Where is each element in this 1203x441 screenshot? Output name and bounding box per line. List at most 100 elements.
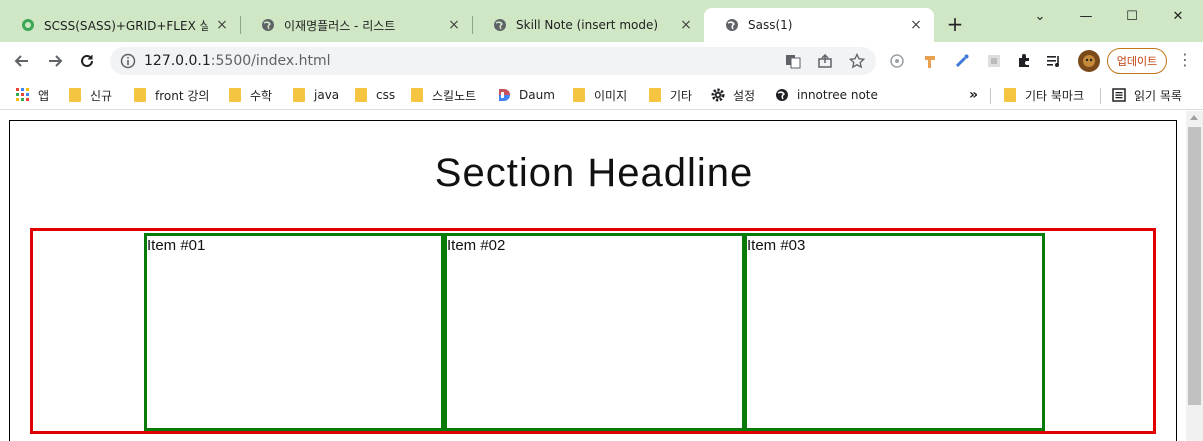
gear-icon — [711, 88, 725, 102]
folder-icon — [68, 88, 82, 102]
tab-title: 이재명플러스 - 리스트 — [284, 18, 396, 33]
extension-hammer-icon[interactable] — [921, 52, 939, 70]
close-icon[interactable]: × — [446, 17, 462, 33]
tab-title: SCSS(SASS)+GRID+FLEX 실전 — [44, 18, 208, 33]
bookmark-label: innotree note — [797, 88, 878, 102]
extension-grid-icon[interactable] — [985, 52, 1003, 70]
tab-leejaemyung[interactable]: 이재명플러스 - 리스트 × — [240, 8, 472, 42]
minimize-button[interactable]: — — [1063, 4, 1109, 28]
grid-item-label: Item #03 — [747, 237, 806, 254]
globe-icon — [775, 88, 789, 102]
maximize-button[interactable]: ☐ — [1109, 4, 1155, 28]
bookmark-label: 수학 — [250, 88, 273, 103]
green-circle-icon — [20, 17, 36, 33]
bookmark-label: Daum — [519, 88, 555, 102]
grid-item: Item #02 — [444, 233, 745, 431]
bookmarks-separator — [1100, 88, 1101, 104]
url-host: 127.0.0.1 — [144, 53, 211, 69]
page-viewport: Section Headline Item #01 Item #02 Item … — [0, 111, 1203, 441]
bookmark-folder-images[interactable]: 이미지 — [572, 85, 627, 105]
folder-icon — [648, 88, 662, 102]
bookmarks-overflow-button[interactable]: » — [969, 85, 978, 105]
apps-grid-icon — [16, 88, 30, 102]
chevron-down-icon[interactable]: ⌄ — [1017, 4, 1063, 28]
scroll-thumb[interactable] — [1188, 127, 1201, 405]
back-button[interactable] — [10, 49, 34, 73]
folder-icon — [354, 88, 368, 102]
bookmark-daum[interactable]: Daum — [497, 85, 555, 105]
bookmarks-bar: 앱 신규 front 강의 수학 java css 스킬노트 Daum 이미지 … — [0, 80, 1203, 110]
bookmark-settings[interactable]: 설정 — [711, 85, 755, 105]
folder-icon — [1003, 88, 1017, 102]
bookmark-folder-skillnote[interactable]: 스킬노트 — [410, 85, 476, 105]
arrow-right-icon — [49, 55, 63, 67]
tab-skill-note[interactable]: Skill Note (insert mode) × — [472, 8, 704, 42]
folder-icon — [228, 88, 242, 102]
page-container: Section Headline Item #01 Item #02 Item … — [9, 120, 1177, 441]
bookmark-label: front 강의 — [155, 88, 210, 103]
folder-icon — [292, 88, 306, 102]
more-menu-icon[interactable]: ⋮ — [1177, 52, 1193, 70]
media-control-icon[interactable] — [1045, 52, 1063, 70]
share-icon[interactable] — [817, 53, 833, 69]
translate-icon[interactable] — [785, 53, 801, 69]
grid-item: Item #03 — [744, 233, 1045, 431]
reading-list[interactable]: 읽기 목록 — [1112, 85, 1182, 105]
puzzle-icon[interactable] — [1015, 52, 1033, 70]
tab-strip: SCSS(SASS)+GRID+FLEX 실전 × 이재명플러스 - 리스트 ×… — [0, 0, 1203, 42]
bookmark-label: 설정 — [733, 88, 756, 103]
bookmark-folder-math[interactable]: 수학 — [228, 85, 272, 105]
bookmark-folder-front[interactable]: front 강의 — [133, 85, 209, 105]
tab-title: Skill Note (insert mode) — [516, 18, 659, 32]
bookmark-apps[interactable]: 앱 — [16, 85, 49, 105]
folder-icon — [133, 88, 147, 102]
bookmark-label: 신규 — [90, 88, 113, 103]
folder-icon — [572, 88, 586, 102]
bookmark-folder-new[interactable]: 신규 — [68, 85, 112, 105]
tab-sass-active[interactable]: Sass(1) × — [704, 8, 934, 42]
extension-circle-icon[interactable] — [888, 52, 906, 70]
bookmarks-separator — [990, 88, 991, 104]
reload-icon — [81, 54, 93, 67]
update-button[interactable]: 업데이트 — [1107, 48, 1167, 74]
grid-item-label: Item #01 — [147, 237, 206, 254]
grid-item-label: Item #02 — [447, 237, 506, 254]
avatar[interactable] — [1078, 50, 1100, 72]
bookmark-label: 스킬노트 — [432, 88, 477, 103]
scroll-up-arrow-icon[interactable] — [1190, 115, 1198, 120]
star-icon[interactable] — [849, 53, 865, 69]
bookmark-label: 이미지 — [594, 88, 628, 103]
bookmark-label: css — [376, 88, 396, 102]
address-bar[interactable]: 127.0.0.1:5500/index.html — [110, 47, 876, 75]
eyedropper-icon[interactable] — [953, 52, 971, 70]
globe-icon — [492, 17, 508, 33]
close-icon[interactable]: × — [678, 17, 694, 33]
other-bookmarks[interactable]: 기타 북마크 — [1003, 85, 1084, 105]
url-path: :5500/index.html — [210, 53, 331, 69]
close-icon[interactable]: × — [908, 17, 924, 33]
grid-container: Item #01 Item #02 Item #03 — [30, 228, 1156, 434]
bookmark-label: 앱 — [38, 88, 50, 103]
close-icon[interactable]: × — [214, 17, 230, 33]
forward-button[interactable] — [43, 49, 67, 73]
bookmark-folder-java[interactable]: java — [292, 85, 339, 105]
new-tab-button[interactable]: + — [944, 14, 966, 36]
bookmark-innotree[interactable]: innotree note — [775, 85, 878, 105]
url-text: 127.0.0.1:5500/index.html — [144, 53, 331, 69]
globe-icon — [724, 17, 740, 33]
info-icon[interactable] — [120, 53, 136, 69]
close-window-button[interactable]: ✕ — [1155, 4, 1201, 28]
bookmark-folder-css[interactable]: css — [354, 85, 395, 105]
tab-title: Sass(1) — [748, 18, 793, 32]
reload-button[interactable] — [75, 49, 99, 73]
arrow-left-icon — [14, 55, 28, 67]
bookmark-label: 기타 북마크 — [1025, 88, 1085, 103]
daum-icon — [497, 88, 511, 102]
tab-scss[interactable]: SCSS(SASS)+GRID+FLEX 실전 × — [0, 8, 240, 42]
vertical-scrollbar[interactable] — [1186, 111, 1203, 441]
toolbar: 127.0.0.1:5500/index.html 업데이트 ⋮ — [0, 42, 1203, 80]
bookmark-label: 읽기 목록 — [1134, 88, 1182, 103]
globe-icon — [260, 17, 276, 33]
bookmark-label: 기타 — [670, 88, 693, 103]
bookmark-folder-etc[interactable]: 기타 — [648, 85, 692, 105]
